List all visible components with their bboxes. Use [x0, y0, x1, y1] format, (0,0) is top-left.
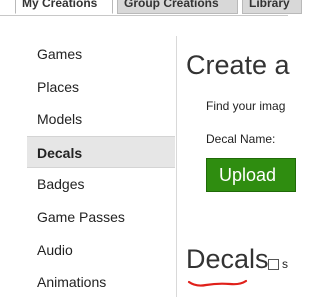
tab-bar: My Creations Group Creations Library [0, 0, 302, 16]
sidebar-item-decals[interactable]: Decals [27, 135, 175, 169]
section-checkbox[interactable] [268, 259, 279, 270]
tab-library[interactable]: Library [242, 0, 302, 14]
page-title: Create a [186, 50, 290, 80]
tab-my-creations[interactable]: My Creations [15, 0, 113, 14]
tab-group-creations[interactable]: Group Creations [117, 0, 238, 14]
decals-section-title: Decals [186, 244, 269, 274]
sidebar-item-games[interactable]: Games [27, 38, 175, 71]
checkbox-label: s [282, 257, 288, 271]
sidebar-item-animations[interactable]: Animations [27, 266, 175, 299]
find-image-text: Find your imag [206, 99, 286, 113]
sidebar-item-models[interactable]: Models [27, 103, 175, 136]
decal-name-label: Decal Name: [206, 132, 276, 146]
sidebar: Games Places Models Decals Badges Game P… [27, 38, 175, 299]
sidebar-divider [176, 36, 177, 297]
sidebar-item-audio[interactable]: Audio [27, 234, 175, 267]
sidebar-item-badges[interactable]: Badges [27, 168, 175, 201]
red-underline-annotation [187, 279, 248, 287]
sidebar-item-game-passes[interactable]: Game Passes [27, 201, 175, 234]
sidebar-item-places[interactable]: Places [27, 71, 175, 104]
upload-button[interactable]: Upload [206, 158, 296, 192]
